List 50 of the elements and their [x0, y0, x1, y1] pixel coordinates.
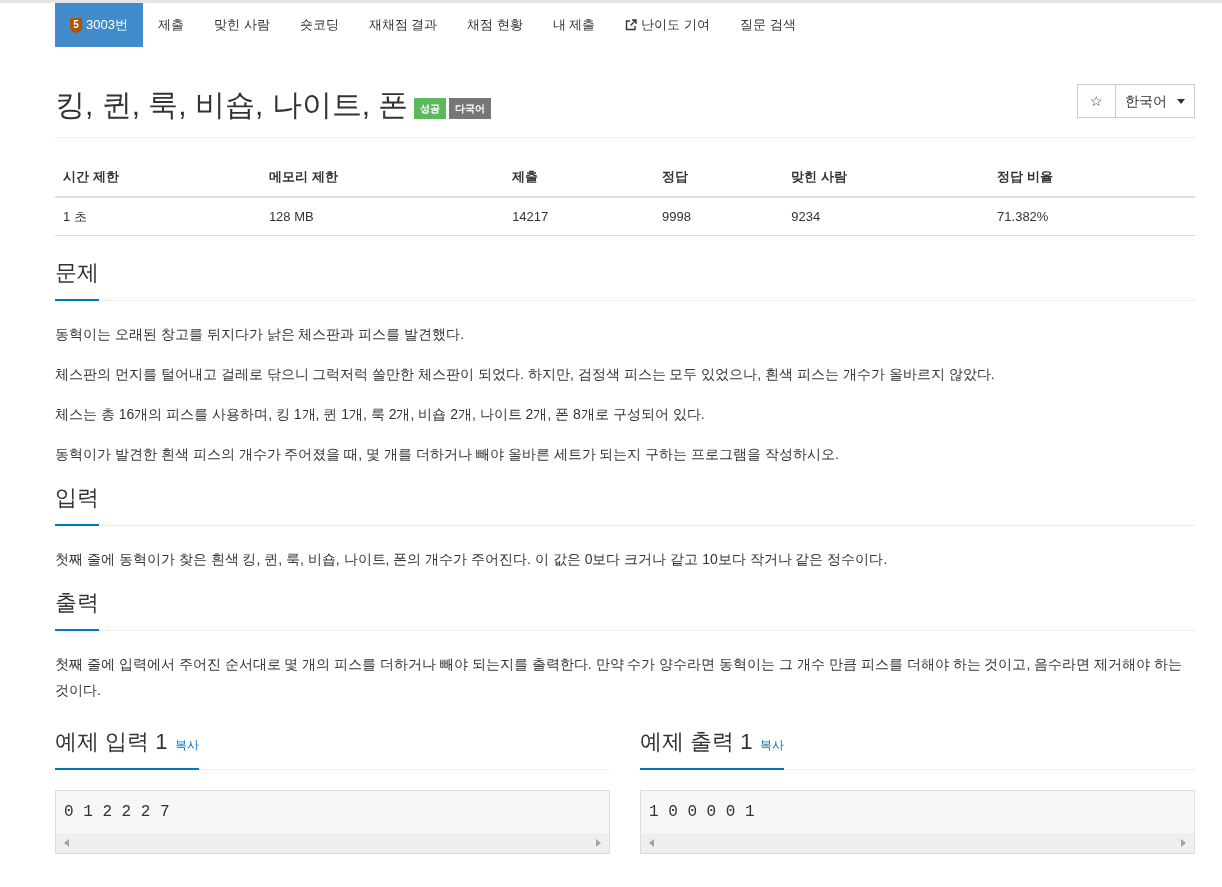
- scroll-left-icon[interactable]: [649, 839, 654, 847]
- section-heading: 문제: [55, 259, 99, 287]
- nav-tab[interactable]: 채점 현황: [452, 3, 538, 47]
- nav-tab[interactable]: 5 3003번: [55, 3, 143, 47]
- column-header: 제출: [504, 158, 655, 197]
- section-heading: 예제 입력 1: [55, 728, 168, 756]
- problem-title: 킹, 퀸, 룩, 비숍, 나이트, 폰: [55, 90, 409, 120]
- table-cell: 14217: [504, 196, 655, 236]
- horizontal-scrollbar[interactable]: [56, 833, 609, 853]
- nav-tab[interactable]: 난이도 기여: [610, 3, 726, 47]
- column-header: 시간 제한: [55, 158, 261, 197]
- status-label: 다국어: [449, 97, 492, 119]
- sample-code: 0 1 2 2 2 7: [63, 802, 171, 823]
- table-cell: 9998: [654, 196, 784, 236]
- scroll-left-icon[interactable]: [64, 839, 69, 847]
- section-heading: 예제 출력 1: [640, 728, 753, 756]
- sample-code: 1 0 0 0 0 1: [648, 802, 756, 823]
- column-header: 메모리 제한: [260, 158, 505, 197]
- nav-tab[interactable]: 질문 검색: [725, 3, 811, 47]
- scroll-right-icon[interactable]: [1181, 839, 1186, 847]
- paragraph: 체스판의 먼지를 털어내고 걸레로 닦으니 그럭저럭 쓸만한 체스판이 되었다. 하지만, 검정색 피스는 모두 있었으나, 흰색 피스는 개수가 올바르지 않았다.: [55, 365, 996, 384]
- caret-icon: [1177, 98, 1185, 104]
- copy-link[interactable]: 복사: [175, 736, 200, 754]
- table-cell: 1 초: [55, 196, 261, 236]
- section-heading: 입력: [55, 484, 99, 512]
- scroll-right-icon[interactable]: [596, 839, 601, 847]
- horizontal-scrollbar[interactable]: [641, 833, 1194, 853]
- nav-tab[interactable]: 제출: [142, 3, 199, 47]
- column-header: 정답 비율: [989, 158, 1195, 197]
- nav-tab[interactable]: 재채점 결과: [353, 3, 453, 47]
- copy-link[interactable]: 복사: [760, 736, 785, 754]
- column-header: 맞힌 사람: [783, 158, 990, 197]
- nav-tab[interactable]: 맞힌 사람: [198, 3, 285, 47]
- paragraph: 동혁이가 발견한 흰색 피스의 개수가 주어졌을 때, 몇 개를 더하거나 빼야 올바른 세트가 되는지 구하는 프로그램을 작성하시오.: [55, 445, 840, 464]
- table-cell: 71.382%: [989, 196, 1195, 236]
- external-link-icon: [625, 19, 638, 31]
- status-label: 성공: [414, 97, 447, 119]
- nav-tab[interactable]: 숏코딩: [284, 3, 354, 47]
- table-cell: 128 MB: [260, 196, 505, 236]
- column-header: 정답: [654, 158, 784, 197]
- tier-badge-icon: 5: [70, 17, 82, 33]
- paragraph: 첫째 줄에 입력에서 주어진 순서대로 몇 개의 피스를 더하거나 빼야 되는지를 출력한다. 만약 수가 양수라면 동혁이는 그 개수 만큼 피스를 더해야 하는 것이고, 음수라면 제거해야 하는 것이다.: [55, 655, 1184, 700]
- table-cell: 9234: [783, 196, 990, 236]
- section-heading: 출력: [55, 589, 99, 617]
- nav-tab[interactable]: 내 제출: [537, 3, 611, 47]
- favorite-button[interactable]: ☆: [1078, 85, 1116, 117]
- language-dropdown[interactable]: 한국어: [1116, 85, 1194, 117]
- paragraph: 첫째 줄에 동혁이가 찾은 흰색 킹, 퀸, 룩, 비숍, 나이트, 폰의 개수가 주어진다. 이 값은 0보다 크거나 같고 10보다 작거나 같은 정수이다.: [55, 550, 889, 569]
- paragraph: 체스는 총 16개의 피스를 사용하며, 킹 1개, 퀸 1개, 룩 2개, 비숍 2개, 나이트 2개, 폰 8개로 구성되어 있다.: [55, 405, 706, 424]
- paragraph: 동혁이는 오래된 창고를 뒤지다가 낡은 체스판과 피스를 발견했다.: [55, 325, 466, 344]
